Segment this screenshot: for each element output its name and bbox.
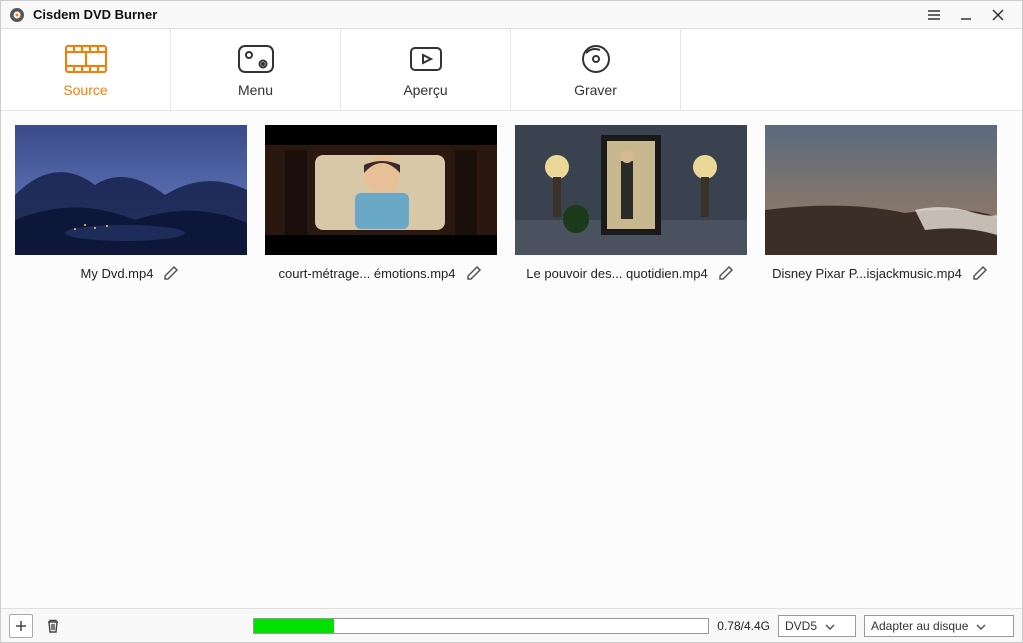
- tab-source-label: Source: [63, 82, 107, 98]
- content-area: My Dvd.mp4 court-m: [1, 111, 1022, 608]
- close-button[interactable]: [982, 1, 1014, 29]
- tab-menu[interactable]: Menu: [171, 29, 341, 110]
- capacity-progress-fill: [254, 619, 334, 633]
- main-toolbar: Source Menu Aperçu: [1, 29, 1022, 111]
- video-filename: My Dvd.mp4: [81, 266, 154, 281]
- disc-type-select[interactable]: DVD5: [778, 615, 856, 637]
- add-video-button[interactable]: [9, 614, 33, 638]
- hamburger-menu-button[interactable]: [918, 1, 950, 29]
- video-grid: My Dvd.mp4 court-m: [15, 125, 1008, 283]
- burn-icon: [580, 42, 612, 76]
- tab-menu-label: Menu: [238, 82, 273, 98]
- video-thumbnail: [515, 125, 747, 255]
- video-filename: court-métrage... émotions.mp4: [278, 266, 455, 281]
- tab-preview[interactable]: Aperçu: [341, 29, 511, 110]
- tab-burn-label: Graver: [574, 82, 617, 98]
- chevron-down-icon: [976, 619, 986, 633]
- video-card[interactable]: My Dvd.mp4: [15, 125, 247, 283]
- fit-mode-select[interactable]: Adapter au disque: [864, 615, 1014, 637]
- edit-filename-button[interactable]: [161, 263, 181, 283]
- tab-burn[interactable]: Graver: [511, 29, 681, 110]
- preview-icon: [408, 42, 444, 76]
- source-icon: [64, 42, 108, 76]
- delete-video-button[interactable]: [41, 614, 65, 638]
- video-card[interactable]: Le pouvoir des... quotidien.mp4: [515, 125, 747, 283]
- chevron-down-icon: [825, 619, 835, 633]
- video-thumbnail: [265, 125, 497, 255]
- title-bar: Cisdem DVD Burner: [1, 1, 1022, 29]
- app-icon: [9, 7, 25, 23]
- video-filename: Disney Pixar P...isjackmusic.mp4: [772, 266, 962, 281]
- tab-preview-label: Aperçu: [403, 82, 447, 98]
- edit-filename-button[interactable]: [716, 263, 736, 283]
- capacity-label: 0.78/4.4G: [717, 619, 770, 633]
- video-thumbnail: [15, 125, 247, 255]
- fit-mode-value: Adapter au disque: [871, 619, 968, 633]
- edit-filename-button[interactable]: [970, 263, 990, 283]
- capacity-progress-bar: [253, 618, 709, 634]
- status-bar: 0.78/4.4G DVD5 Adapter au disque: [1, 608, 1022, 642]
- video-card[interactable]: Disney Pixar P...isjackmusic.mp4: [765, 125, 997, 283]
- video-card[interactable]: court-métrage... émotions.mp4: [265, 125, 497, 283]
- disc-type-value: DVD5: [785, 619, 817, 633]
- minimize-button[interactable]: [950, 1, 982, 29]
- video-thumbnail: [765, 125, 997, 255]
- tab-source[interactable]: Source: [1, 29, 171, 110]
- video-filename: Le pouvoir des... quotidien.mp4: [526, 266, 707, 281]
- window-title: Cisdem DVD Burner: [33, 7, 918, 22]
- menu-icon: [237, 42, 275, 76]
- edit-filename-button[interactable]: [464, 263, 484, 283]
